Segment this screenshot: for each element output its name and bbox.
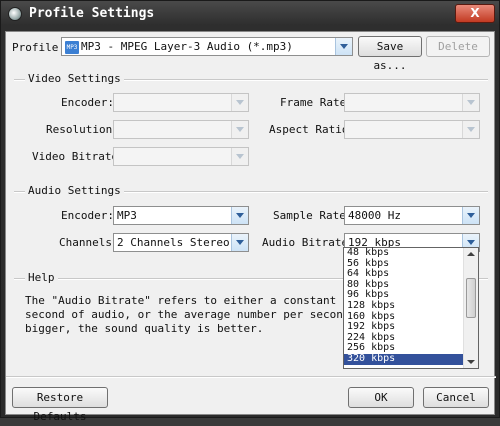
cancel-button[interactable]: Cancel bbox=[423, 387, 489, 408]
sample-rate-select[interactable]: 48000 Hz bbox=[344, 206, 480, 225]
channels-value: 2 Channels Stereo bbox=[117, 236, 230, 249]
audio-settings-title: Audio Settings bbox=[25, 184, 124, 197]
scroll-thumb[interactable] bbox=[466, 278, 476, 318]
audio-bitrate-label: Audio Bitrate: bbox=[262, 236, 355, 249]
channels-label: Channels: bbox=[59, 236, 119, 249]
app-icon bbox=[8, 7, 22, 21]
chevron-down-icon bbox=[231, 94, 248, 111]
chevron-down-icon bbox=[231, 234, 248, 251]
sample-rate-value: 48000 Hz bbox=[348, 209, 401, 222]
chevron-down-icon bbox=[335, 38, 352, 55]
chevron-down-icon bbox=[462, 94, 479, 111]
sample-rate-label: Sample Rate: bbox=[273, 209, 353, 222]
chevron-down-icon bbox=[462, 121, 479, 138]
chevron-down-icon bbox=[231, 207, 248, 224]
profile-settings-window: Profile Settings X Profile: MP3 MP3 - MPE… bbox=[0, 0, 500, 423]
video-settings-title: Video Settings bbox=[25, 72, 124, 85]
frame-rate-select[interactable] bbox=[344, 93, 480, 112]
title-bar: Profile Settings X bbox=[1, 1, 500, 29]
window-title: Profile Settings bbox=[29, 6, 155, 21]
audio-encoder-value: MP3 bbox=[117, 209, 137, 222]
chevron-down-icon bbox=[462, 207, 479, 224]
footer-divider bbox=[6, 376, 496, 378]
frame-rate-label: Frame Rate: bbox=[280, 96, 353, 109]
chevron-down-icon bbox=[231, 121, 248, 138]
restore-defaults-button[interactable]: Restore Defaults bbox=[12, 387, 108, 423]
bitrate-option[interactable]: 128 kbps bbox=[344, 300, 478, 312]
aspect-ratio-select[interactable] bbox=[344, 120, 480, 139]
video-bitrate-select[interactable] bbox=[113, 147, 249, 166]
audio-encoder-select[interactable]: MP3 bbox=[113, 206, 249, 225]
dropdown-scrollbar[interactable] bbox=[463, 248, 478, 368]
resolution-label: Resolution: bbox=[46, 123, 119, 136]
aspect-ratio-label: Aspect Ratio: bbox=[269, 123, 356, 136]
close-button[interactable]: X bbox=[455, 4, 495, 23]
delete-button[interactable]: Delete bbox=[426, 36, 490, 57]
ok-button[interactable]: OK bbox=[348, 387, 414, 408]
scroll-down-icon[interactable] bbox=[467, 360, 475, 364]
channels-select[interactable]: 2 Channels Stereo bbox=[113, 233, 249, 252]
audio-encoder-label: Encoder: bbox=[61, 209, 114, 222]
bitrate-option[interactable]: 48 kbps bbox=[344, 247, 478, 259]
bitrate-options: 48 kbps 56 kbps 64 kbps 80 kbps 96 kbps 128 k… bbox=[344, 247, 478, 365]
profile-value: MP3 - MPEG Layer-3 Audio (*.mp3) bbox=[81, 40, 293, 53]
video-bitrate-label: Video Bitrate: bbox=[32, 150, 125, 163]
profile-label: Profile: bbox=[12, 41, 65, 54]
video-encoder-label: Encoder: bbox=[61, 96, 114, 109]
video-encoder-select[interactable] bbox=[113, 93, 249, 112]
help-title: Help bbox=[25, 271, 58, 284]
audio-bitrate-dropdown-list: 48 kbps 56 kbps 64 kbps 80 kbps 96 kbps 128 k… bbox=[343, 247, 479, 369]
help-line-3: bigger, the sound quality is better. bbox=[25, 322, 264, 335]
save-as-button[interactable]: Save as... bbox=[358, 36, 422, 72]
bitrate-option[interactable]: 320 kbps bbox=[344, 353, 478, 365]
resolution-select[interactable] bbox=[113, 120, 249, 139]
profile-select[interactable]: MP3 MP3 - MPEG Layer-3 Audio (*.mp3) bbox=[61, 37, 353, 56]
scroll-up-icon[interactable] bbox=[467, 252, 475, 256]
mp3-file-icon: MP3 bbox=[65, 40, 79, 54]
chevron-down-icon bbox=[231, 148, 248, 165]
